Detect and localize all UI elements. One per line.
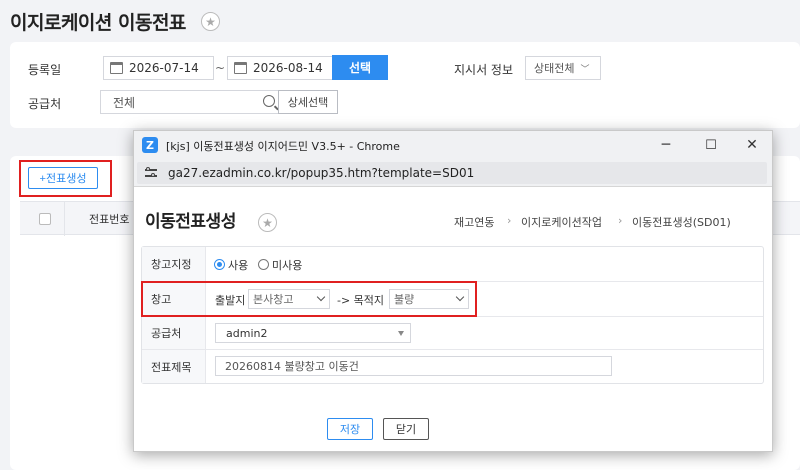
supplier-label: 공급처: [142, 317, 206, 349]
date-from-input[interactable]: 2026-07-14: [103, 56, 214, 80]
popup-heading: 이동전표생성: [145, 212, 236, 232]
site-settings-icon[interactable]: [145, 167, 157, 179]
window-titlebar[interactable]: Z [kjs] 이동전표생성 이지어드민 V3.5+ - Chrome ─ ☐ …: [134, 131, 772, 160]
url-field[interactable]: ga27.ezadmin.co.kr/popup35.htm?template=…: [137, 162, 767, 184]
save-button[interactable]: 저장: [327, 418, 373, 440]
column-divider: [64, 202, 65, 236]
status-select[interactable]: 상태전체 ﹀: [525, 56, 601, 80]
highlight-box: [141, 281, 477, 317]
instruction-info-label: 지시서 정보: [454, 63, 514, 77]
minimize-icon[interactable]: ─: [654, 135, 678, 155]
warehouse-assign-label: 창고지정: [142, 247, 206, 281]
radio-use-label[interactable]: 사용: [228, 257, 248, 273]
popup-window: Z [kjs] 이동전표생성 이지어드민 V3.5+ - Chrome ─ ☐ …: [133, 130, 773, 452]
radio-nouse-label[interactable]: 미사용: [272, 257, 302, 273]
page-header: 이지로케이션 이동전표 ★: [0, 0, 800, 42]
supplier-search-input[interactable]: 전체: [100, 90, 282, 114]
date-range-separator: ~: [215, 61, 226, 75]
warehouse-assign-row: 창고지정 사용 미사용: [142, 247, 763, 282]
create-slip-button[interactable]: +전표생성: [28, 167, 98, 189]
slip-title-row: 전표제목 20260814 불량창고 이동건: [142, 350, 763, 383]
column-header-slip-no: 전표번호: [89, 213, 130, 226]
maximize-icon[interactable]: ☐: [699, 135, 723, 155]
date-to-input[interactable]: 2026-08-14: [227, 56, 338, 80]
calendar-icon: [234, 62, 247, 74]
breadcrumb-current: 이동전표생성(SD01): [632, 216, 731, 229]
date-select-button[interactable]: 선택: [332, 55, 388, 80]
ezadmin-app-icon: Z: [142, 137, 158, 153]
window-title: [kjs] 이동전표생성 이지어드민 V3.5+ - Chrome: [166, 140, 400, 153]
radio-nouse[interactable]: [258, 259, 269, 270]
slip-title-input[interactable]: 20260814 불량창고 이동건: [215, 356, 612, 376]
breadcrumb-separator: ›: [507, 214, 512, 227]
url-text: ga27.ezadmin.co.kr/popup35.htm?template=…: [168, 166, 475, 180]
supplier-label: 공급처: [28, 97, 62, 111]
close-button[interactable]: 닫기: [383, 418, 429, 440]
breadcrumb-item[interactable]: 재고연동: [454, 214, 494, 230]
supplier-row: 공급처 admin2: [142, 317, 763, 350]
favorite-star-icon[interactable]: ★: [258, 213, 277, 232]
slip-title-label: 전표제목: [142, 350, 206, 383]
chevron-down-icon: ﹀: [580, 64, 590, 75]
reg-date-label: 등록일: [28, 63, 62, 77]
calendar-icon: [110, 62, 123, 74]
page-title: 이지로케이션 이동전표: [10, 12, 186, 34]
favorite-star-icon[interactable]: ★: [201, 12, 220, 31]
search-icon[interactable]: [263, 95, 275, 107]
address-bar: ga27.ezadmin.co.kr/popup35.htm?template=…: [134, 160, 772, 187]
detail-select-button[interactable]: 상세선택: [278, 90, 338, 114]
breadcrumb-separator: ›: [618, 214, 623, 227]
close-icon[interactable]: ✕: [740, 135, 764, 155]
filter-panel: 등록일 2026-07-14 ~ 2026-08-14 선택 지시서 정보 상태…: [10, 42, 800, 128]
breadcrumb-item[interactable]: 이지로케이션작업: [521, 214, 602, 230]
supplier-select[interactable]: admin2: [215, 323, 411, 343]
dropdown-arrow-icon: [398, 331, 404, 336]
radio-use[interactable]: [214, 259, 225, 270]
select-all-checkbox[interactable]: [39, 213, 51, 225]
